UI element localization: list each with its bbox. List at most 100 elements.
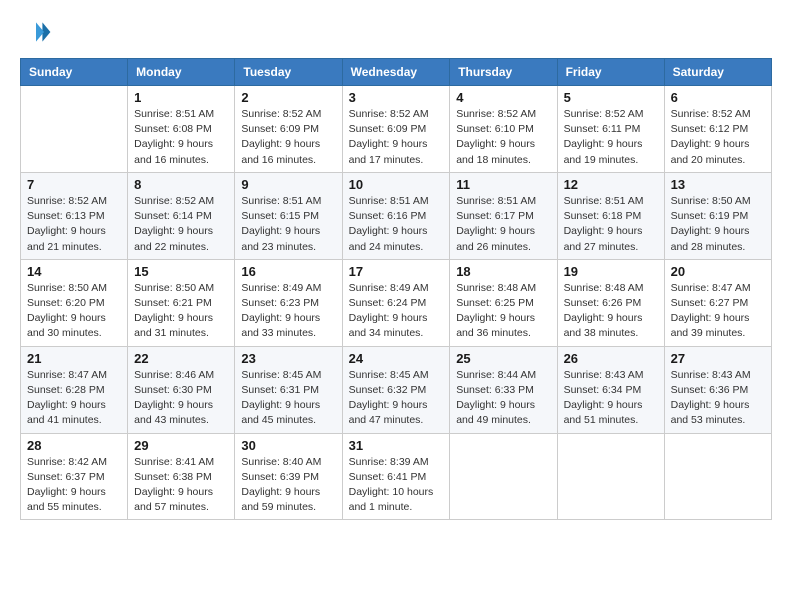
day-info: Sunrise: 8:48 AM Sunset: 6:25 PM Dayligh…	[456, 281, 550, 342]
calendar-week-row: 14 Sunrise: 8:50 AM Sunset: 6:20 PM Dayli…	[21, 259, 772, 346]
calendar-cell	[664, 433, 771, 520]
day-info: Sunrise: 8:42 AM Sunset: 6:37 PM Dayligh…	[27, 455, 121, 516]
day-number: 2	[241, 90, 335, 105]
calendar-body: 1 Sunrise: 8:51 AM Sunset: 6:08 PM Daylig…	[21, 86, 772, 520]
calendar-cell: 18 Sunrise: 8:48 AM Sunset: 6:25 PM Dayli…	[450, 259, 557, 346]
calendar-cell: 15 Sunrise: 8:50 AM Sunset: 6:21 PM Dayli…	[128, 259, 235, 346]
day-info: Sunrise: 8:49 AM Sunset: 6:24 PM Dayligh…	[349, 281, 444, 342]
calendar-week-row: 7 Sunrise: 8:52 AM Sunset: 6:13 PM Daylig…	[21, 172, 772, 259]
day-number: 22	[134, 351, 228, 366]
calendar-cell: 20 Sunrise: 8:47 AM Sunset: 6:27 PM Dayli…	[664, 259, 771, 346]
calendar-cell: 5 Sunrise: 8:52 AM Sunset: 6:11 PM Daylig…	[557, 86, 664, 173]
calendar-cell: 13 Sunrise: 8:50 AM Sunset: 6:19 PM Dayli…	[664, 172, 771, 259]
calendar-cell: 2 Sunrise: 8:52 AM Sunset: 6:09 PM Daylig…	[235, 86, 342, 173]
day-info: Sunrise: 8:49 AM Sunset: 6:23 PM Dayligh…	[241, 281, 335, 342]
calendar-cell: 8Sunrise: 8:52 AM Sunset: 6:14 PM Daylig…	[128, 172, 235, 259]
day-info: Sunrise: 8:52 AM Sunset: 6:14 PM Dayligh…	[134, 194, 228, 255]
day-number: 3	[349, 90, 444, 105]
day-info: Sunrise: 8:52 AM Sunset: 6:13 PM Dayligh…	[27, 194, 121, 255]
calendar-cell: 1 Sunrise: 8:51 AM Sunset: 6:08 PM Daylig…	[128, 86, 235, 173]
day-number: 7	[27, 177, 121, 192]
day-number: 6	[671, 90, 765, 105]
calendar-cell: 14 Sunrise: 8:50 AM Sunset: 6:20 PM Dayli…	[21, 259, 128, 346]
day-number: 5	[564, 90, 658, 105]
day-number: 11	[456, 177, 550, 192]
day-info: Sunrise: 8:45 AM Sunset: 6:32 PM Dayligh…	[349, 368, 444, 429]
day-info: Sunrise: 8:50 AM Sunset: 6:20 PM Dayligh…	[27, 281, 121, 342]
calendar-cell: 31 Sunrise: 8:39 AM Sunset: 6:41 PM Dayli…	[342, 433, 450, 520]
day-number: 21	[27, 351, 121, 366]
calendar-cell: 9 Sunrise: 8:51 AM Sunset: 6:15 PM Daylig…	[235, 172, 342, 259]
day-info: Sunrise: 8:40 AM Sunset: 6:39 PM Dayligh…	[241, 455, 335, 516]
calendar-cell: 11 Sunrise: 8:51 AM Sunset: 6:17 PM Dayli…	[450, 172, 557, 259]
day-number: 20	[671, 264, 765, 279]
day-info: Sunrise: 8:51 AM Sunset: 6:15 PM Dayligh…	[241, 194, 335, 255]
calendar-cell	[557, 433, 664, 520]
calendar-week-row: 1 Sunrise: 8:51 AM Sunset: 6:08 PM Daylig…	[21, 86, 772, 173]
calendar-cell	[450, 433, 557, 520]
day-info: Sunrise: 8:51 AM Sunset: 6:08 PM Dayligh…	[134, 107, 228, 168]
day-number: 27	[671, 351, 765, 366]
day-number: 23	[241, 351, 335, 366]
calendar-cell: 16Sunrise: 8:49 AM Sunset: 6:23 PM Dayli…	[235, 259, 342, 346]
day-number: 12	[564, 177, 658, 192]
day-info: Sunrise: 8:51 AM Sunset: 6:18 PM Dayligh…	[564, 194, 658, 255]
weekday-header-row: SundayMondayTuesdayWednesdayThursdayFrid…	[21, 59, 772, 86]
day-info: Sunrise: 8:52 AM Sunset: 6:09 PM Dayligh…	[241, 107, 335, 168]
calendar-cell: 21 Sunrise: 8:47 AM Sunset: 6:28 PM Dayli…	[21, 346, 128, 433]
day-number: 15	[134, 264, 228, 279]
day-number: 1	[134, 90, 228, 105]
day-number: 30	[241, 438, 335, 453]
day-info: Sunrise: 8:52 AM Sunset: 6:10 PM Dayligh…	[456, 107, 550, 168]
calendar-cell: 3 Sunrise: 8:52 AM Sunset: 6:09 PM Daylig…	[342, 86, 450, 173]
calendar-cell: 6Sunrise: 8:52 AM Sunset: 6:12 PM Daylig…	[664, 86, 771, 173]
calendar-cell: 22Sunrise: 8:46 AM Sunset: 6:30 PM Dayli…	[128, 346, 235, 433]
calendar-cell: 28 Sunrise: 8:42 AM Sunset: 6:37 PM Dayli…	[21, 433, 128, 520]
day-info: Sunrise: 8:47 AM Sunset: 6:27 PM Dayligh…	[671, 281, 765, 342]
day-number: 26	[564, 351, 658, 366]
day-info: Sunrise: 8:51 AM Sunset: 6:17 PM Dayligh…	[456, 194, 550, 255]
day-info: Sunrise: 8:41 AM Sunset: 6:38 PM Dayligh…	[134, 455, 228, 516]
day-number: 24	[349, 351, 444, 366]
day-info: Sunrise: 8:48 AM Sunset: 6:26 PM Dayligh…	[564, 281, 658, 342]
page-header	[20, 16, 772, 48]
calendar-cell: 27Sunrise: 8:43 AM Sunset: 6:36 PM Dayli…	[664, 346, 771, 433]
weekday-header-cell: Friday	[557, 59, 664, 86]
calendar-cell: 7 Sunrise: 8:52 AM Sunset: 6:13 PM Daylig…	[21, 172, 128, 259]
calendar-cell: 25Sunrise: 8:44 AM Sunset: 6:33 PM Dayli…	[450, 346, 557, 433]
weekday-header-cell: Thursday	[450, 59, 557, 86]
calendar-cell	[21, 86, 128, 173]
day-number: 28	[27, 438, 121, 453]
day-info: Sunrise: 8:51 AM Sunset: 6:16 PM Dayligh…	[349, 194, 444, 255]
day-number: 13	[671, 177, 765, 192]
calendar-week-row: 21 Sunrise: 8:47 AM Sunset: 6:28 PM Dayli…	[21, 346, 772, 433]
day-info: Sunrise: 8:52 AM Sunset: 6:11 PM Dayligh…	[564, 107, 658, 168]
day-number: 4	[456, 90, 550, 105]
day-number: 18	[456, 264, 550, 279]
calendar-cell: 10 Sunrise: 8:51 AM Sunset: 6:16 PM Dayli…	[342, 172, 450, 259]
calendar-cell: 30 Sunrise: 8:40 AM Sunset: 6:39 PM Dayli…	[235, 433, 342, 520]
day-info: Sunrise: 8:50 AM Sunset: 6:21 PM Dayligh…	[134, 281, 228, 342]
day-number: 14	[27, 264, 121, 279]
calendar-week-row: 28 Sunrise: 8:42 AM Sunset: 6:37 PM Dayli…	[21, 433, 772, 520]
day-info: Sunrise: 8:52 AM Sunset: 6:09 PM Dayligh…	[349, 107, 444, 168]
weekday-header-cell: Tuesday	[235, 59, 342, 86]
day-info: Sunrise: 8:39 AM Sunset: 6:41 PM Dayligh…	[349, 455, 444, 516]
day-number: 25	[456, 351, 550, 366]
day-info: Sunrise: 8:43 AM Sunset: 6:34 PM Dayligh…	[564, 368, 658, 429]
calendar-cell: 24 Sunrise: 8:45 AM Sunset: 6:32 PM Dayli…	[342, 346, 450, 433]
calendar-cell: 29 Sunrise: 8:41 AM Sunset: 6:38 PM Dayli…	[128, 433, 235, 520]
day-number: 29	[134, 438, 228, 453]
day-number: 31	[349, 438, 444, 453]
logo	[20, 16, 56, 48]
day-info: Sunrise: 8:50 AM Sunset: 6:19 PM Dayligh…	[671, 194, 765, 255]
weekday-header-cell: Saturday	[664, 59, 771, 86]
calendar-cell: 26 Sunrise: 8:43 AM Sunset: 6:34 PM Dayli…	[557, 346, 664, 433]
day-number: 10	[349, 177, 444, 192]
day-number: 9	[241, 177, 335, 192]
day-info: Sunrise: 8:47 AM Sunset: 6:28 PM Dayligh…	[27, 368, 121, 429]
weekday-header-cell: Wednesday	[342, 59, 450, 86]
calendar-cell: 17Sunrise: 8:49 AM Sunset: 6:24 PM Dayli…	[342, 259, 450, 346]
day-number: 19	[564, 264, 658, 279]
calendar-cell: 4 Sunrise: 8:52 AM Sunset: 6:10 PM Daylig…	[450, 86, 557, 173]
